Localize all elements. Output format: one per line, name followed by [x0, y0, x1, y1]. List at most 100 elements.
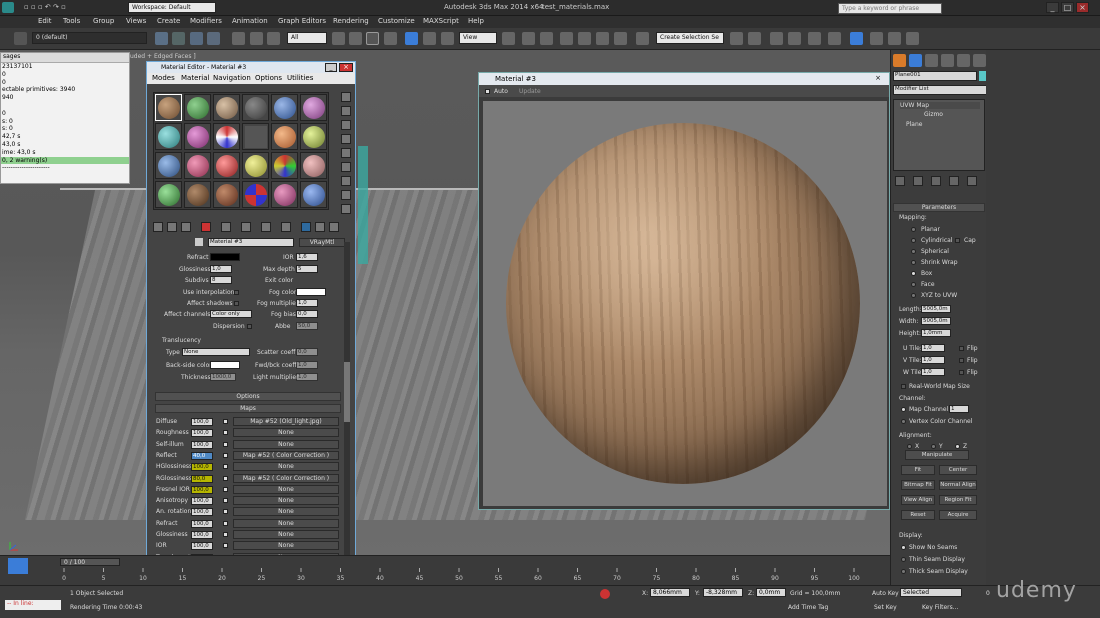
- map-enable-checkbox[interactable]: [223, 543, 228, 549]
- map-amount-field[interactable]: 100,0: [191, 485, 213, 494]
- map-button[interactable]: None: [233, 439, 339, 449]
- map-amount-field[interactable]: 100,0: [191, 508, 213, 517]
- map-button[interactable]: None: [233, 484, 339, 494]
- put-to-scene-icon[interactable]: [167, 222, 177, 232]
- map-button[interactable]: None: [233, 507, 339, 517]
- map-button[interactable]: Map #52 ( Color Correction ): [233, 450, 339, 460]
- manipulate-button[interactable]: Manipulate: [905, 450, 969, 460]
- map-button[interactable]: None: [233, 541, 339, 551]
- menu-animation[interactable]: Animation: [232, 17, 268, 25]
- sample-slot[interactable]: [271, 152, 298, 179]
- viewport-layout-icon[interactable]: [8, 558, 28, 574]
- material-editor-window[interactable]: Material Editor - Material #3 _ × Modes …: [146, 61, 356, 565]
- region-fit-button[interactable]: Region Fit: [939, 495, 977, 505]
- menu-group[interactable]: Group: [93, 17, 114, 25]
- sample-slot[interactable]: [155, 181, 182, 208]
- sample-slot[interactable]: [155, 94, 182, 121]
- close-icon[interactable]: ×: [339, 63, 353, 72]
- backlight-icon[interactable]: [341, 106, 351, 116]
- pivot-icon[interactable]: [502, 32, 515, 45]
- pin-stack-icon[interactable]: [895, 176, 905, 186]
- rotate-icon[interactable]: [423, 32, 436, 45]
- radio-spherical[interactable]: [911, 249, 916, 254]
- sample-slot[interactable]: [155, 123, 182, 150]
- scrollbar[interactable]: [344, 242, 350, 562]
- sample-slot[interactable]: [155, 152, 182, 179]
- radio-box[interactable]: [911, 271, 916, 276]
- v-flip-checkbox[interactable]: [959, 358, 964, 363]
- angle-snap-icon[interactable]: [578, 32, 591, 45]
- selection-filter-dropdown[interactable]: All: [287, 32, 327, 44]
- stack-gizmo[interactable]: Gizmo: [924, 111, 943, 118]
- isolate-selection-icon[interactable]: [600, 589, 610, 599]
- reset-map-icon[interactable]: [201, 222, 211, 232]
- w-flip-checkbox[interactable]: [959, 370, 964, 375]
- center-button[interactable]: Center: [939, 465, 977, 475]
- configure-sets-icon[interactable]: [967, 176, 977, 186]
- radio-map-channel[interactable]: [901, 407, 906, 412]
- select-manipulate-icon[interactable]: [522, 32, 535, 45]
- make-unique-icon[interactable]: [931, 176, 941, 186]
- search-input[interactable]: Type a keyword or phrase: [838, 3, 942, 14]
- menu-modifiers[interactable]: Modifiers: [190, 17, 222, 25]
- show-end-result-icon[interactable]: [913, 176, 923, 186]
- sample-slot[interactable]: [213, 123, 240, 150]
- width-field[interactable]: 5005,0m: [921, 317, 951, 325]
- viewport-label[interactable]: uded + Edged Faces ]: [130, 53, 196, 60]
- fwd-bck-coeff-field[interactable]: 1,0: [296, 361, 318, 369]
- radio-thin-seam[interactable]: [901, 557, 906, 562]
- layer-icon[interactable]: [155, 32, 168, 45]
- menu-options[interactable]: Options: [255, 74, 282, 82]
- map-button[interactable]: None: [233, 530, 339, 539]
- max-depth-field[interactable]: 5: [296, 265, 318, 273]
- spinner-snap-icon[interactable]: [614, 32, 627, 45]
- select-layer-icon[interactable]: [207, 32, 220, 45]
- motion-tab-icon[interactable]: [941, 54, 954, 67]
- map-amount-field[interactable]: 100,0: [191, 519, 213, 528]
- sample-slot[interactable]: [213, 152, 240, 179]
- stack-uvw-map[interactable]: UVW Map: [900, 102, 980, 109]
- frame-field[interactable]: 0: [986, 590, 990, 597]
- scale-icon[interactable]: [441, 32, 454, 45]
- update-button[interactable]: Update: [519, 88, 541, 95]
- make-preview-icon[interactable]: [341, 162, 351, 172]
- select-object-icon[interactable]: [332, 32, 345, 45]
- real-world-checkbox[interactable]: [901, 384, 906, 389]
- use-interpolation-checkbox[interactable]: [234, 290, 239, 295]
- map-amount-field[interactable]: 100,0: [191, 542, 213, 551]
- sample-slot[interactable]: [184, 123, 211, 150]
- v-tile-field[interactable]: 1,0: [921, 356, 945, 364]
- map-enable-checkbox[interactable]: [223, 464, 228, 470]
- render-production-icon[interactable]: [906, 32, 919, 45]
- fit-button[interactable]: Fit: [901, 465, 935, 475]
- menu-navigation[interactable]: Navigation: [213, 74, 251, 82]
- rendered-frame-icon[interactable]: [888, 32, 901, 45]
- percent-snap-icon[interactable]: [596, 32, 609, 45]
- add-to-layer-icon[interactable]: [190, 32, 203, 45]
- height-field[interactable]: 1,0mm: [921, 329, 951, 337]
- render-setup-icon[interactable]: [870, 32, 883, 45]
- menu-tools[interactable]: Tools: [63, 17, 80, 25]
- create-layer-icon[interactable]: [172, 32, 185, 45]
- menu-customize[interactable]: Customize: [378, 17, 415, 25]
- align-icon[interactable]: [748, 32, 761, 45]
- map-enable-checkbox[interactable]: [223, 532, 228, 537]
- u-tile-field[interactable]: 1,0: [921, 344, 945, 352]
- map-amount-field[interactable]: 100,0: [191, 497, 213, 506]
- radio-face[interactable]: [911, 282, 916, 287]
- sample-slot[interactable]: [300, 123, 327, 150]
- sample-slot[interactable]: [184, 94, 211, 121]
- map-enable-checkbox[interactable]: [223, 452, 228, 458]
- refract-color-swatch[interactable]: [210, 253, 240, 261]
- qa-icons[interactable]: ▫ ▫ ▫ ↶ ↷ ▫: [24, 3, 66, 11]
- scatter-coeff-field[interactable]: 0,0: [296, 348, 318, 356]
- affect-shadows-checkbox[interactable]: [234, 301, 239, 306]
- radio-align-x[interactable]: [907, 444, 912, 449]
- menu-graph-editors[interactable]: Graph Editors: [278, 17, 326, 25]
- map-enable-checkbox[interactable]: [223, 441, 228, 447]
- undo-icon[interactable]: [14, 32, 27, 45]
- uv-tiling-icon[interactable]: [341, 134, 351, 144]
- sample-slot[interactable]: [242, 181, 269, 208]
- map-amount-field[interactable]: 100,0: [191, 440, 213, 449]
- modifier-list-dropdown[interactable]: Modifier List: [893, 85, 987, 95]
